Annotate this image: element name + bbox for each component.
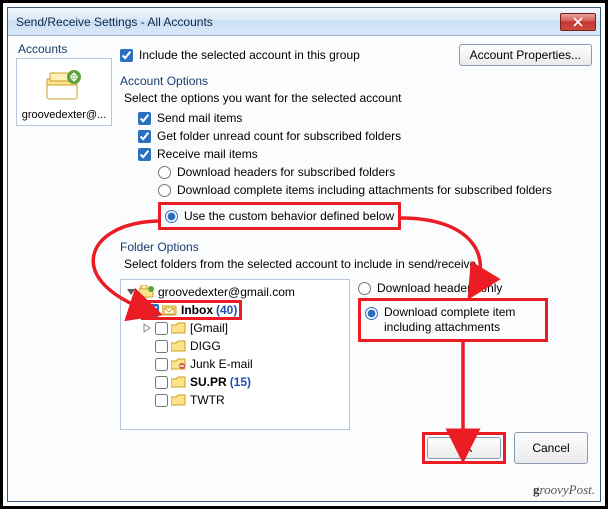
cancel-button[interactable]: Cancel [514, 432, 588, 464]
folder-count-inbox: (40) [216, 303, 237, 317]
titlebar: Send/Receive Settings - All Accounts [8, 8, 600, 36]
include-account-label: Include the selected account in this gro… [139, 48, 360, 62]
tree-root-label: groovedexter@gmail.com [158, 285, 295, 299]
junk-folder-icon [171, 357, 187, 371]
account-item[interactable]: groovedexter@... [19, 67, 109, 121]
watermark-text: roovyPost. [540, 482, 595, 497]
folder-checkbox-twtr[interactable] [155, 394, 168, 407]
download-complete-radio[interactable] [365, 307, 378, 320]
accounts-list[interactable]: groovedexter@... [16, 58, 112, 126]
accounts-header: Accounts [16, 42, 112, 56]
folder-checkbox-digg[interactable] [155, 340, 168, 353]
close-icon [573, 17, 583, 27]
folder-options-desc: Select folders from the selected account… [124, 257, 592, 271]
folder-options-title: Folder Options [120, 240, 592, 254]
download-headers-sub-label: Download headers for subscribed folders [177, 165, 395, 179]
folder-icon [171, 321, 187, 335]
folder-count-supr: (15) [230, 375, 251, 389]
window-title: Send/Receive Settings - All Accounts [16, 15, 560, 29]
inbox-icon [162, 303, 178, 317]
receive-mail-checkbox[interactable] [138, 148, 151, 161]
folder-label-gmail: [Gmail] [190, 321, 228, 335]
account-options-desc: Select the options you want for the sele… [124, 91, 592, 105]
folder-label-junk: Junk E-mail [190, 357, 253, 371]
folder-icon [171, 375, 187, 389]
watermark: groovyPost. [533, 482, 595, 498]
account-properties-button[interactable]: Account Properties... [459, 44, 592, 66]
folder-checkbox-junk[interactable] [155, 358, 168, 371]
expander-open-icon[interactable] [125, 287, 136, 298]
mailbox-icon [139, 285, 155, 299]
account-name: groovedexter@... [19, 109, 109, 121]
folder-icon [171, 393, 187, 407]
custom-behavior-radio[interactable] [165, 210, 178, 223]
send-mail-checkbox[interactable] [138, 112, 151, 125]
expander-closed-icon[interactable] [141, 323, 152, 334]
account-options-title: Account Options [120, 74, 592, 88]
custom-behavior-label: Use the custom behavior defined below [184, 209, 394, 223]
folder-checkbox-inbox[interactable] [146, 304, 159, 317]
include-account-checkbox[interactable] [120, 49, 133, 62]
download-headers-only-radio[interactable] [358, 282, 371, 295]
folder-tree[interactable]: groovedexter@gmail.com Inbox (40) [120, 279, 350, 430]
download-complete-sub-label: Download complete items including attach… [177, 183, 552, 197]
download-headers-only-label: Download headers only [377, 281, 502, 295]
folder-icon [171, 339, 187, 353]
download-headers-sub-radio[interactable] [158, 166, 171, 179]
folder-checkbox-gmail[interactable] [155, 322, 168, 335]
receive-mail-label: Receive mail items [157, 147, 258, 161]
folder-label-inbox: Inbox [181, 303, 213, 317]
folder-label-twtr: TWTR [190, 393, 225, 407]
unread-count-checkbox[interactable] [138, 130, 151, 143]
folder-checkbox-supr[interactable] [155, 376, 168, 389]
download-complete-label: Download complete item including attachm… [384, 305, 541, 335]
send-mail-label: Send mail items [157, 111, 242, 125]
account-icon [44, 69, 84, 105]
close-button[interactable] [560, 13, 596, 31]
ok-button[interactable]: OK [427, 437, 501, 459]
folder-label-digg: DIGG [190, 339, 221, 353]
folder-label-supr: SU.PR [190, 375, 227, 389]
download-complete-sub-radio[interactable] [158, 184, 171, 197]
unread-count-label: Get folder unread count for subscribed f… [157, 129, 401, 143]
